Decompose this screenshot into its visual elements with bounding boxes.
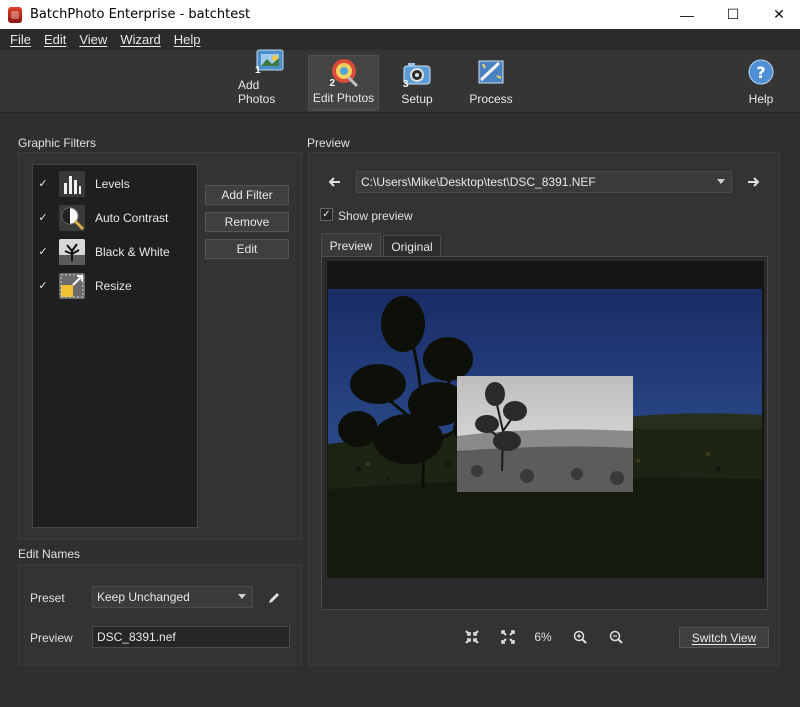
- edit-photos-button[interactable]: 2 Edit Photos: [308, 55, 379, 111]
- menu-wizard[interactable]: Wizard: [118, 32, 162, 47]
- levels-icon: [59, 171, 85, 197]
- setup-button[interactable]: 3 Setup: [392, 55, 442, 111]
- help-icon: ?: [745, 58, 777, 88]
- zoom-out-button[interactable]: [608, 629, 624, 645]
- menu-help[interactable]: Help: [172, 32, 203, 47]
- arrow-left-icon: [328, 177, 340, 187]
- show-preview-label: Show preview: [338, 209, 413, 223]
- pencil-icon: [269, 593, 279, 603]
- toolbar: 1 Add Photos 2 Edit Photos 3 Setup Proce…: [0, 49, 800, 113]
- help-label: Help: [748, 92, 774, 106]
- zoom-out-icon: [609, 630, 623, 644]
- auto-contrast-icon: [59, 205, 85, 231]
- window-title: BatchPhoto Enterprise - batchtest: [30, 7, 251, 22]
- resize-icon: [59, 273, 85, 299]
- graphic-filters-heading: Graphic Filters: [18, 136, 97, 150]
- arrow-right-icon: [748, 177, 760, 187]
- filter-checkbox[interactable]: ✓: [37, 246, 49, 258]
- filter-label: Levels: [95, 177, 130, 191]
- menu-file[interactable]: File: [8, 32, 33, 47]
- edit-photos-icon: 2: [328, 57, 360, 89]
- chevron-down-icon: [717, 179, 725, 184]
- step-number: 2: [329, 78, 336, 89]
- filter-item-black-white[interactable]: ✓ Black & White: [33, 237, 197, 267]
- setup-icon: 3: [401, 58, 433, 90]
- edit-photos-label: Edit Photos: [312, 91, 375, 105]
- chevron-down-icon: [238, 594, 246, 599]
- show-preview-checkbox[interactable]: ✓: [320, 208, 333, 221]
- name-preview-value: DSC_8391.nef: [97, 630, 176, 644]
- name-preview-label: Preview: [30, 631, 73, 645]
- previous-photo-button[interactable]: [328, 175, 342, 189]
- menu-view[interactable]: View: [77, 32, 109, 47]
- process-label: Process: [469, 92, 513, 106]
- zoom-in-button[interactable]: [572, 629, 588, 645]
- add-filter-button[interactable]: Add Filter: [205, 185, 289, 205]
- tab-preview[interactable]: Preview: [321, 233, 381, 257]
- edit-names-panel: [18, 564, 302, 666]
- svg-text:?: ?: [756, 63, 765, 82]
- step-number: 3: [403, 79, 409, 90]
- zoom-in-icon: [573, 630, 587, 644]
- filter-item-levels[interactable]: ✓ Levels: [33, 169, 197, 199]
- add-photos-label: Add Photos: [238, 78, 276, 106]
- close-button[interactable]: ✕: [756, 0, 800, 29]
- filter-label: Resize: [95, 279, 132, 293]
- filter-checkbox[interactable]: ✓: [37, 212, 49, 224]
- filter-checkbox[interactable]: ✓: [37, 280, 49, 292]
- next-photo-button[interactable]: [746, 175, 760, 189]
- filter-item-auto-contrast[interactable]: ✓ Auto Contrast: [33, 203, 197, 233]
- edit-filter-button[interactable]: Edit: [205, 239, 289, 259]
- title-bar: BatchPhoto Enterprise - batchtest — ☐ ✕: [0, 0, 800, 29]
- preview-heading: Preview: [307, 136, 350, 150]
- filter-item-resize[interactable]: ✓ Resize: [33, 271, 197, 301]
- filter-list: ✓ Levels ✓ Auto Contrast ✓ Black & White…: [32, 164, 198, 528]
- setup-label: Setup: [401, 92, 433, 106]
- filter-label: Black & White: [95, 245, 170, 259]
- minimize-button[interactable]: —: [664, 0, 710, 29]
- help-button[interactable]: ? Help: [742, 55, 780, 111]
- photo-path-select[interactable]: C:\Users\Mike\Desktop\test\DSC_8391.NEF: [356, 171, 732, 193]
- app-logo-icon: [8, 6, 22, 23]
- filter-label: Auto Contrast: [95, 211, 169, 225]
- expand-icon: [501, 630, 515, 644]
- actual-size-button[interactable]: [500, 629, 516, 645]
- photo-path-value: C:\Users\Mike\Desktop\test\DSC_8391.NEF: [361, 175, 596, 189]
- tab-original[interactable]: Original: [383, 235, 441, 257]
- process-icon: [475, 58, 507, 88]
- menu-edit[interactable]: Edit: [42, 32, 68, 47]
- black-white-icon: [59, 239, 85, 265]
- zoom-level: 6%: [534, 630, 552, 644]
- remove-filter-button[interactable]: Remove: [205, 212, 289, 232]
- edit-names-heading: Edit Names: [18, 547, 81, 561]
- collapse-icon: [465, 630, 479, 644]
- filter-checkbox[interactable]: ✓: [37, 178, 49, 190]
- switch-view-button[interactable]: Switch View: [679, 627, 769, 648]
- fit-to-window-button[interactable]: [464, 629, 480, 645]
- step-number: 1: [255, 65, 261, 76]
- bw-preview-image: [457, 376, 633, 492]
- maximize-button[interactable]: ☐: [710, 0, 756, 29]
- edit-preset-button[interactable]: [266, 590, 282, 606]
- preset-label: Preset: [30, 591, 65, 605]
- preset-value: Keep Unchanged: [97, 590, 190, 604]
- process-button[interactable]: Process: [466, 55, 516, 111]
- add-photos-button[interactable]: 1 Add Photos: [238, 49, 300, 111]
- preset-select[interactable]: Keep Unchanged: [92, 586, 253, 608]
- name-preview-field[interactable]: DSC_8391.nef: [92, 626, 290, 648]
- add-photos-icon: 1: [253, 44, 285, 76]
- menu-bar: File Edit View Wizard Help: [0, 29, 800, 50]
